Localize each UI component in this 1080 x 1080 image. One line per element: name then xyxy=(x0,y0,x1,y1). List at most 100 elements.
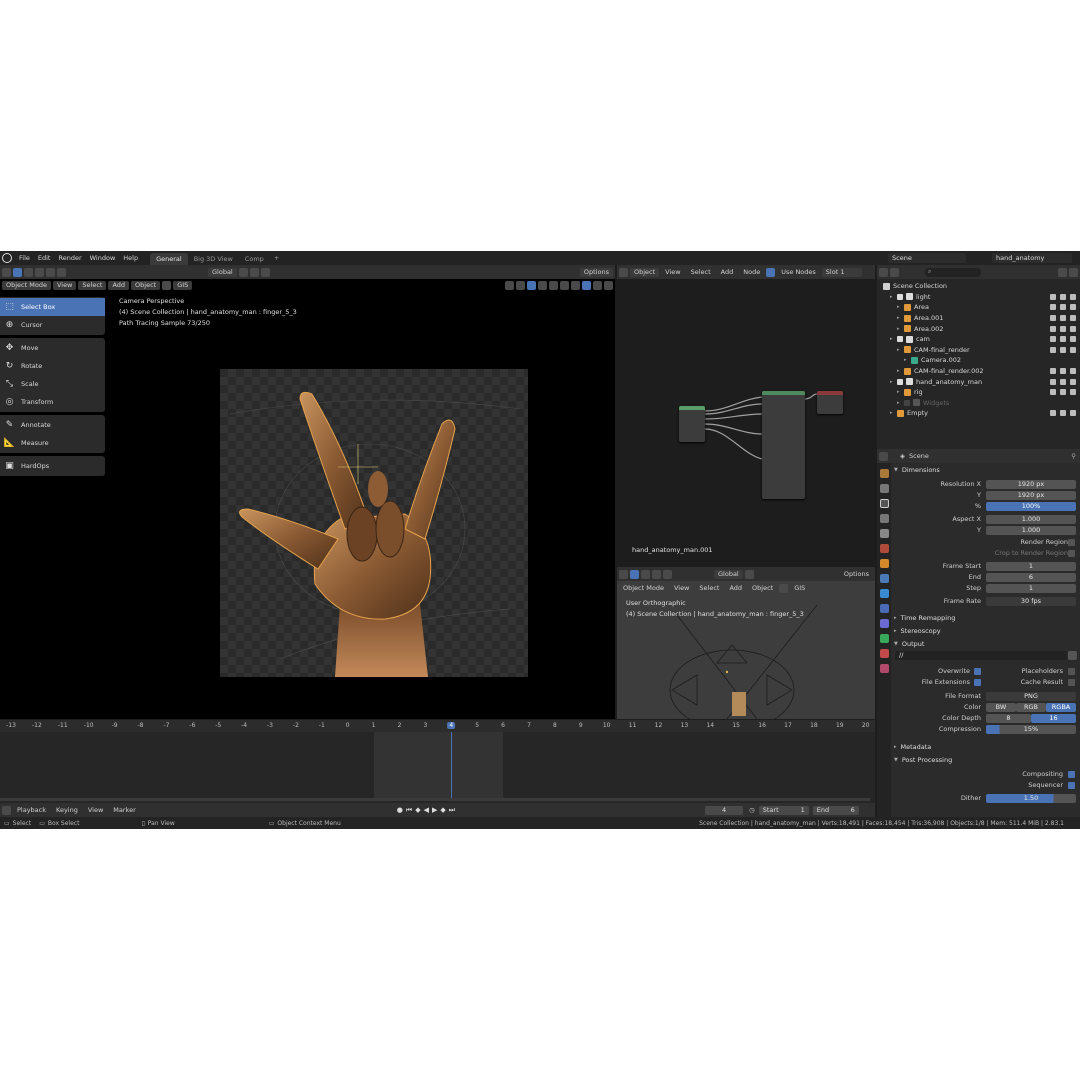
expand-arrow-icon[interactable]: ▸ xyxy=(890,294,897,300)
timeline-menu-keying[interactable]: Keying xyxy=(52,806,82,815)
display-mode-icon[interactable] xyxy=(890,267,899,277)
shading-rendered-icon[interactable] xyxy=(582,281,591,290)
expand-arrow-icon[interactable]: ▸ xyxy=(897,304,904,310)
add-workspace-button[interactable]: + xyxy=(270,254,283,262)
material-slot-dropdown[interactable]: Slot 1 xyxy=(821,267,862,277)
expand-arrow-icon[interactable]: ▸ xyxy=(890,379,897,385)
render-camera-icon[interactable] xyxy=(1070,293,1076,300)
node-menu-view[interactable]: View xyxy=(661,268,684,277)
viewport2-options-button[interactable]: Options xyxy=(840,570,873,579)
node-menu-select[interactable]: Select xyxy=(687,268,715,277)
output-tab-icon[interactable] xyxy=(879,499,889,508)
transform-orientation-dropdown[interactable]: Global xyxy=(714,569,743,579)
stereoscopy-panel-header[interactable]: ▸ Stereoscopy xyxy=(894,625,1078,636)
select-subtract-icon[interactable] xyxy=(46,267,55,277)
principled-bsdf-node[interactable] xyxy=(762,391,805,499)
compositing-checkbox[interactable] xyxy=(1068,771,1075,778)
selectable-icon[interactable] xyxy=(1050,378,1056,385)
viewport-menu-view[interactable]: View xyxy=(52,281,77,290)
view-layer-selector[interactable]: hand_anatomy xyxy=(992,253,1072,263)
node-object-type-dropdown[interactable]: Object xyxy=(630,267,660,277)
dither-slider[interactable]: 1.50 xyxy=(986,794,1076,803)
tool-measure[interactable]: 📐 Measure xyxy=(0,434,105,452)
render-camera-icon[interactable] xyxy=(1070,378,1076,385)
modifier-tab-icon[interactable] xyxy=(879,574,889,583)
blender-logo-icon[interactable] xyxy=(2,253,12,263)
timeline-playhead[interactable] xyxy=(451,732,452,799)
outliner-item[interactable]: ▸ cam xyxy=(877,334,1080,345)
outliner-item[interactable]: ▸ CAM-final_render.002 xyxy=(877,366,1080,377)
data-tab-icon[interactable] xyxy=(879,634,889,643)
frame-step-field[interactable]: 1 xyxy=(986,584,1076,593)
color-depth-8-button[interactable]: 8 xyxy=(986,714,1031,723)
hide-eye-icon[interactable] xyxy=(1060,378,1066,385)
outliner-item[interactable]: ▸ Empty xyxy=(877,408,1080,419)
workspace-tab-general[interactable]: General xyxy=(150,252,188,265)
output-panel-header[interactable]: ▼ Output xyxy=(894,638,1078,649)
outliner-scene-collection[interactable]: Scene Collection xyxy=(877,281,1080,292)
selectable-icon[interactable] xyxy=(1050,346,1056,353)
current-frame-field[interactable]: 4 xyxy=(705,805,744,815)
overlays-icon[interactable] xyxy=(527,281,536,290)
exclude-checkbox[interactable] xyxy=(904,399,910,406)
outliner-item[interactable]: ▸ CAM-final_render xyxy=(877,345,1080,356)
color-depth-16-button[interactable]: 16 xyxy=(1031,714,1076,723)
render-tab-icon[interactable] xyxy=(879,484,889,493)
texture-tab-icon[interactable] xyxy=(879,664,889,673)
expand-arrow-icon[interactable]: ▸ xyxy=(897,347,904,353)
render-camera-icon[interactable] xyxy=(1070,336,1076,343)
select-extend-icon[interactable] xyxy=(35,267,44,277)
tool-cursor[interactable]: ⊕ Cursor xyxy=(0,316,105,334)
render-camera-icon[interactable] xyxy=(1070,368,1076,375)
next-keyframe-icon[interactable]: ◆ xyxy=(440,806,445,814)
select-mode-icon[interactable] xyxy=(13,267,22,277)
resolution-y-field[interactable]: 1920 px xyxy=(986,491,1076,500)
hide-eye-icon[interactable] xyxy=(1060,368,1066,375)
tool-annotate[interactable]: ✎ Annotate xyxy=(0,416,105,434)
hide-eye-icon[interactable] xyxy=(1060,336,1066,343)
scene-selector[interactable]: Scene xyxy=(888,253,966,263)
exclude-checkbox[interactable] xyxy=(897,293,903,300)
menu-edit[interactable]: Edit xyxy=(34,251,55,265)
viewport2-menu-gis[interactable]: GIS xyxy=(790,584,809,593)
hide-eye-icon[interactable] xyxy=(1060,389,1066,396)
frame-start-field[interactable]: 1 xyxy=(986,562,1076,571)
folder-icon[interactable] xyxy=(1068,651,1077,660)
expand-arrow-icon[interactable]: ▸ xyxy=(890,410,897,416)
render-camera-icon[interactable] xyxy=(1070,346,1076,353)
expand-arrow-icon[interactable]: ▸ xyxy=(890,336,897,342)
exclude-checkbox[interactable] xyxy=(897,378,903,385)
select-extend-icon[interactable] xyxy=(652,569,661,579)
properties-editor-type-icon[interactable] xyxy=(879,451,888,461)
editor-type-icon[interactable] xyxy=(2,267,11,277)
tool-tab-icon[interactable] xyxy=(879,469,889,478)
color-rgba-button[interactable]: RGBA xyxy=(1046,703,1076,712)
overwrite-checkbox[interactable] xyxy=(974,668,981,675)
outliner-item[interactable]: ▸ Camera.002 xyxy=(877,355,1080,366)
pause-render-icon[interactable] xyxy=(604,281,613,290)
tool-rotate[interactable]: ↻ Rotate xyxy=(0,357,105,375)
tool-move[interactable]: ✥ Move xyxy=(0,339,105,357)
transform-orientation-dropdown[interactable]: Global xyxy=(208,267,237,277)
outliner-item[interactable]: ▸ light xyxy=(877,292,1080,303)
outliner-item[interactable]: ▸ hand_anatomy_man xyxy=(877,376,1080,387)
node-menu-node[interactable]: Node xyxy=(739,268,764,277)
select-box-mode-icon[interactable] xyxy=(24,267,33,277)
jump-end-icon[interactable]: ⏭ xyxy=(449,806,455,815)
viewport2-menu-view[interactable]: View xyxy=(670,584,693,593)
hide-eye-icon[interactable] xyxy=(1060,315,1066,322)
outliner-item[interactable]: ▸ Widgets xyxy=(877,398,1080,409)
shading-wireframe-icon[interactable] xyxy=(549,281,558,290)
file-extensions-checkbox[interactable] xyxy=(974,679,981,686)
outliner-search-input[interactable]: ⌕ xyxy=(925,267,981,277)
expand-arrow-icon[interactable]: ▸ xyxy=(897,368,904,374)
viewport-menu-object[interactable]: Object xyxy=(131,281,161,290)
node-editor-canvas[interactable]: hand_anatomy_man.001 xyxy=(617,279,875,567)
tool-hardops[interactable]: ▣ HardOps xyxy=(0,457,105,475)
color-bw-button[interactable]: BW xyxy=(986,703,1016,712)
3d-viewport-secondary[interactable]: User Orthographic (4) Scene Collection |… xyxy=(617,595,875,719)
snap-icon[interactable] xyxy=(249,267,259,277)
object-mode-dropdown[interactable]: Object Mode xyxy=(2,281,51,290)
node-editor-type-icon[interactable] xyxy=(619,267,628,277)
menu-file[interactable]: File xyxy=(15,251,34,265)
